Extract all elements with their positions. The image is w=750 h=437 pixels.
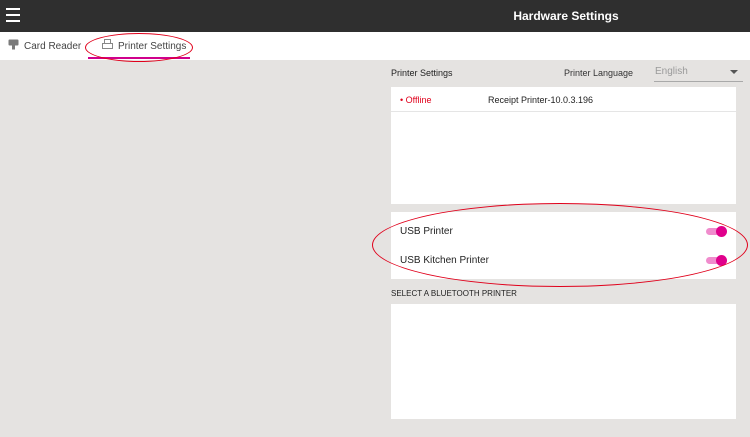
printer-list-item[interactable]: • Offline Receipt Printer-10.0.3.196 — [391, 87, 736, 112]
printer-icon — [102, 39, 113, 53]
printer-list: • Offline Receipt Printer-10.0.3.196 — [391, 87, 736, 204]
switch-knob — [716, 226, 727, 237]
usb-kitchen-printer-row: USB Kitchen Printer — [391, 246, 736, 274]
printer-name: Receipt Printer-10.0.3.196 — [488, 95, 594, 105]
hamburger-menu-icon[interactable] — [6, 8, 20, 22]
active-tab-indicator — [88, 57, 190, 59]
printer-status: • Offline — [400, 95, 432, 105]
usb-kitchen-printer-switch[interactable] — [706, 255, 727, 266]
tab-printer-settings-label: Printer Settings — [118, 40, 187, 52]
page-title: Hardware Settings — [513, 9, 619, 23]
usb-printer-switch[interactable] — [706, 226, 727, 237]
printer-language-value: English — [655, 66, 688, 77]
card-reader-icon — [8, 39, 19, 53]
printer-settings-title: Printer Settings — [391, 68, 453, 78]
printer-language-label: Printer Language — [564, 68, 634, 78]
bluetooth-printer-section-label: SELECT A BLUETOOTH PRINTER — [391, 289, 517, 298]
tab-card-reader-label: Card Reader — [24, 40, 82, 52]
tab-bar: Card Reader Printer Settings — [0, 32, 750, 60]
printer-settings-header: Printer Settings Printer Language Englis… — [391, 61, 743, 86]
tab-printer-settings[interactable]: Printer Settings — [102, 32, 186, 60]
tab-card-reader[interactable]: Card Reader — [8, 32, 81, 60]
usb-printer-row: USB Printer — [391, 217, 736, 245]
printer-language-select[interactable]: English — [654, 64, 743, 82]
bluetooth-printer-list — [391, 304, 736, 419]
chevron-down-icon — [730, 70, 738, 74]
usb-kitchen-printer-label: USB Kitchen Printer — [400, 255, 489, 266]
usb-printer-label: USB Printer — [400, 226, 453, 237]
top-bar: Hardware Settings — [0, 0, 750, 32]
switch-knob — [716, 255, 727, 266]
usb-printer-toggles: USB Printer USB Kitchen Printer — [391, 212, 736, 279]
